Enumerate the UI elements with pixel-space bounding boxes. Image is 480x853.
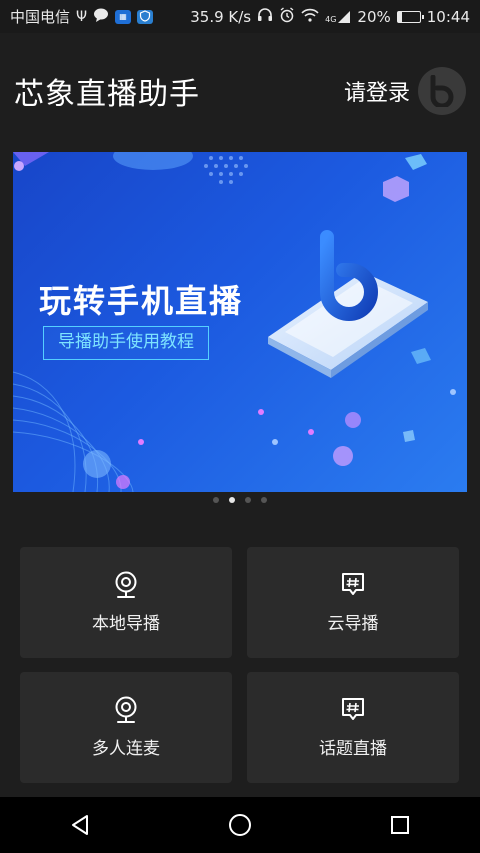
app-title: 芯象直播助手	[14, 77, 200, 112]
home-icon	[229, 814, 251, 836]
alarm-icon	[279, 6, 295, 27]
camera-icon	[115, 571, 137, 598]
net-speed: 35.9 K/s	[190, 7, 252, 26]
carrier-label: 中国电信	[10, 8, 71, 26]
chat-icon	[93, 8, 109, 26]
hashtag-chat-icon	[342, 573, 364, 595]
pagination-dot[interactable]	[245, 497, 251, 503]
tile-label: 话题直播	[319, 739, 387, 759]
pagination-dot[interactable]	[229, 497, 235, 503]
home-button[interactable]	[220, 805, 260, 845]
signal-icon: 4G	[325, 10, 351, 24]
status-bar-left: 中国电信 Ψ ▦	[10, 6, 154, 27]
system-nav-bar	[0, 797, 480, 853]
status-bar: 中国电信 Ψ ▦ 35.9 K/s 4G 20% 10:44	[0, 0, 480, 33]
status-bar-right: 35.9 K/s 4G 20% 10:44	[190, 6, 470, 27]
pagination-dot[interactable]	[213, 497, 219, 503]
battery-icon	[396, 10, 424, 23]
wifi-icon	[301, 8, 319, 26]
hashtag-chat-icon	[342, 698, 364, 720]
shield-icon	[137, 9, 154, 24]
headphones-icon	[257, 7, 273, 26]
app-header: 芯象直播助手 请登录	[0, 55, 480, 127]
recents-icon	[391, 816, 409, 834]
camera-icon	[115, 696, 137, 723]
usb-icon: Ψ	[76, 8, 88, 25]
back-button[interactable]	[60, 805, 100, 845]
login-label: 请登录	[343, 81, 410, 106]
promo-banner[interactable]: 玩转手机直播 导播助手使用教程	[13, 152, 467, 492]
banner-pagination	[0, 497, 480, 503]
clock: 10:44	[426, 7, 470, 26]
app-notification-icon: ▦	[115, 9, 132, 24]
brand-logo-icon	[430, 75, 454, 107]
tile-label: 云导播	[327, 614, 379, 634]
tile-label: 多人连麦	[92, 739, 160, 759]
tile-local-director[interactable]: 本地导播	[20, 547, 232, 658]
tile-multi-connect[interactable]: 多人连麦	[20, 672, 232, 783]
banner-headline: 玩转手机直播	[39, 282, 244, 320]
banner-subtitle: 导播助手使用教程	[43, 326, 209, 360]
pagination-dot[interactable]	[261, 497, 267, 503]
login-button[interactable]: 请登录	[344, 67, 466, 115]
tile-topic-live[interactable]: 话题直播	[247, 672, 459, 783]
back-icon	[72, 815, 88, 835]
avatar[interactable]	[418, 67, 466, 115]
battery-percent: 20%	[357, 7, 391, 26]
network-type: 4G	[325, 14, 337, 24]
banner-illustration	[13, 152, 456, 492]
tile-label: 本地导播	[92, 614, 160, 634]
tile-cloud-director[interactable]: 云导播	[247, 547, 459, 658]
recents-button[interactable]	[380, 805, 420, 845]
